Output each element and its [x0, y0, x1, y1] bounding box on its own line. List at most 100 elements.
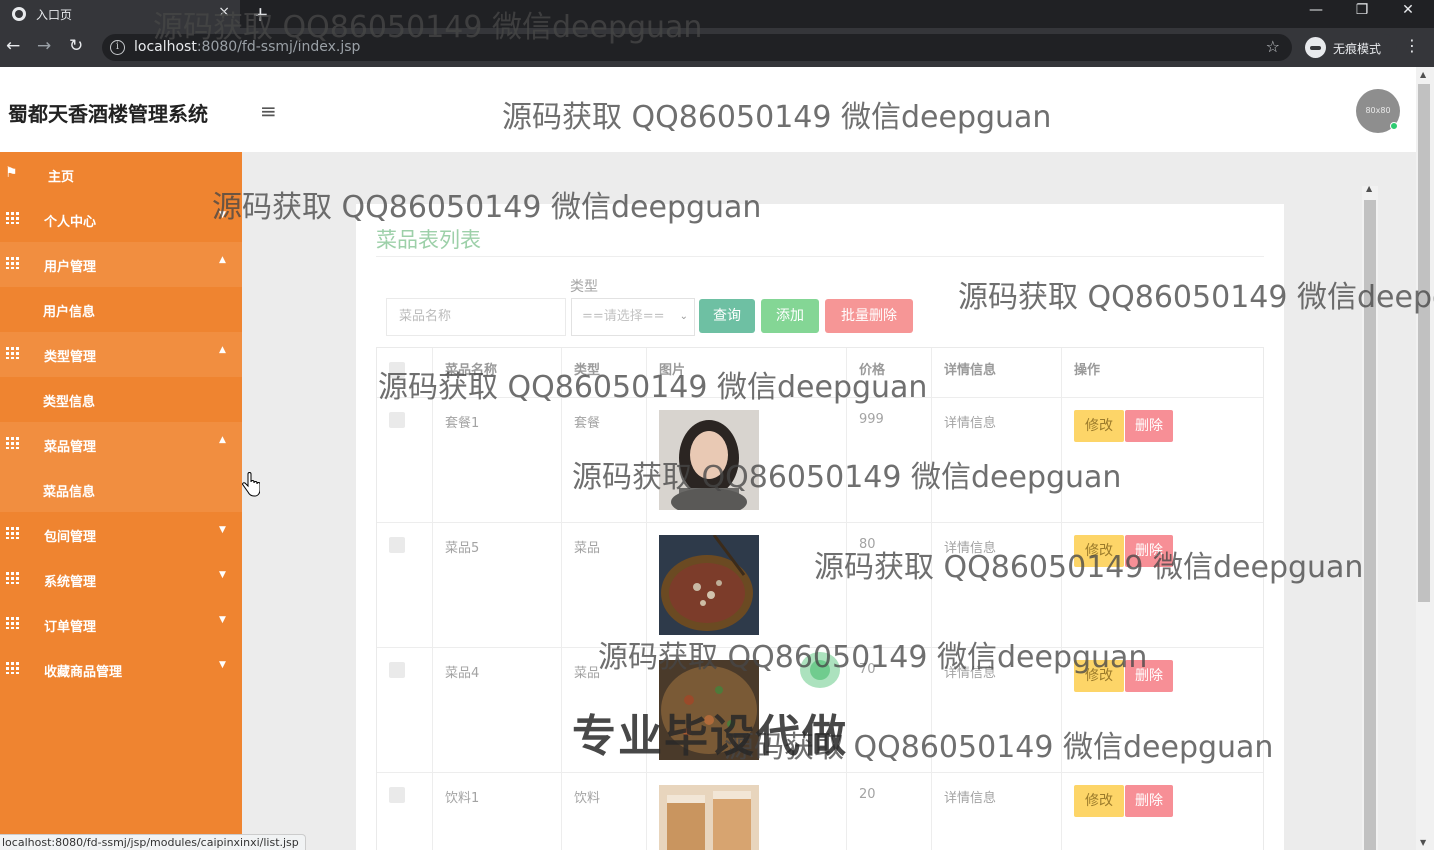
dish-image [659, 785, 759, 850]
app-title: 蜀都天香酒楼管理系统 [8, 102, 208, 126]
cell-name: 套餐1 [445, 416, 480, 431]
close-window-icon[interactable]: ✕ [1388, 2, 1428, 18]
sidebar-item-label: 菜品管理 [44, 440, 97, 455]
row-checkbox[interactable] [389, 787, 405, 803]
sidebar-item-order-management[interactable]: 订单管理 ▼ [0, 602, 242, 647]
restore-icon[interactable]: ❐ [1342, 2, 1382, 18]
column-divider [432, 348, 433, 850]
watermark: 源码获取 QQ86050149 微信deepguan [378, 370, 928, 405]
add-button[interactable]: 添加 [761, 299, 819, 333]
sidebar-item-type-management[interactable]: 类型管理 ▲ [0, 332, 242, 377]
scroll-up-icon[interactable]: ▲ [1420, 70, 1426, 79]
type-select-value: ==请选择== [582, 309, 665, 324]
cell-type: 菜品 [574, 541, 601, 556]
batch-delete-button[interactable]: 批量删除 [825, 299, 913, 333]
cell-name: 饮料1 [445, 791, 480, 806]
query-button[interactable]: 查询 [699, 299, 755, 333]
grid-icon [6, 662, 20, 674]
cell-type: 菜品 [574, 666, 601, 681]
chevron-down-icon: ▼ [219, 660, 226, 670]
divider [376, 256, 1264, 257]
dish-name-search-input[interactable]: 菜品名称 [386, 298, 566, 336]
incognito-label: 无痕模式 [1333, 42, 1382, 56]
minimize-icon[interactable]: — [1296, 2, 1336, 18]
info-icon[interactable]: i [110, 40, 125, 55]
incognito-indicator[interactable]: 无痕模式 [1303, 34, 1397, 61]
watermark-big: 专业毕设代做 [572, 711, 848, 762]
sidebar-item-label: 系统管理 [44, 575, 97, 590]
cell-detail: 详情信息 [944, 791, 997, 806]
column-divider [646, 348, 647, 850]
type-select[interactable]: ==请选择== ⌄ [571, 298, 695, 336]
grid-icon [6, 212, 20, 224]
row-checkbox[interactable] [389, 537, 405, 553]
sidebar-item-label: 订单管理 [44, 620, 97, 635]
column-divider [1061, 348, 1062, 850]
row-divider [377, 522, 1263, 523]
sidebar-item-label: 个人中心 [44, 215, 97, 230]
sidebar-item-room-management[interactable]: 包间管理 ▼ [0, 512, 242, 557]
chevron-down-icon: ▼ [219, 570, 226, 580]
sidebar-subitem-dish-info[interactable]: 菜品信息 [0, 467, 242, 512]
column-header-detail: 详情信息 [944, 363, 997, 378]
sidebar-subitem-type-info[interactable]: 类型信息 [0, 377, 242, 422]
chevron-up-icon: ▲ [219, 255, 226, 265]
chevron-up-icon: ▲ [219, 435, 226, 445]
page-scrollbar-thumb[interactable] [1418, 84, 1430, 602]
watermark: 源码获取 QQ86050149 微信deepguan [814, 550, 1364, 585]
edit-button[interactable]: 修改 [1074, 410, 1124, 442]
delete-button[interactable]: 删除 [1125, 410, 1173, 442]
back-icon[interactable]: ← [6, 36, 20, 56]
sidebar-item-label: 用户信息 [43, 305, 96, 320]
dish-image [659, 535, 759, 635]
forward-icon[interactable]: → [37, 36, 51, 56]
watermark: 源码获取 QQ86050149 微信deepguan [598, 640, 1148, 675]
sidebar-item-home[interactable]: ⚑ 主页 [0, 152, 242, 197]
cell-price: 20 [859, 787, 876, 802]
cell-name: 菜品4 [445, 666, 480, 681]
grid-icon [6, 572, 20, 584]
status-bar-url: localhost:8080/fd-ssmj/jsp/modules/caipi… [0, 834, 306, 850]
sidebar-item-label: 包间管理 [44, 530, 97, 545]
scroll-up-icon[interactable]: ▲ [1366, 184, 1372, 193]
sidebar-item-personal-center[interactable]: 个人中心 ▼ [0, 197, 242, 242]
chevron-down-icon: ▼ [219, 615, 226, 625]
cell-price: 999 [859, 412, 884, 427]
delete-button[interactable]: 删除 [1125, 785, 1173, 817]
grid-icon [6, 437, 20, 449]
grid-icon [6, 347, 20, 359]
chevron-down-icon: ▼ [219, 525, 226, 535]
column-header-actions: 操作 [1074, 363, 1101, 378]
row-checkbox[interactable] [389, 662, 405, 678]
dish-photo [659, 535, 759, 635]
bookmark-star-icon[interactable]: ☆ [1266, 37, 1280, 56]
watermark: 源码获取 QQ86050149 微信deepguan [153, 10, 703, 45]
sidebar-item-system-management[interactable]: 系统管理 ▼ [0, 557, 242, 602]
sidebar-subitem-user-info[interactable]: 用户信息 [0, 287, 242, 332]
online-status-dot [1390, 122, 1398, 130]
grid-icon [6, 617, 20, 629]
row-checkbox[interactable] [389, 412, 405, 428]
page-title: 菜品表列表 [376, 228, 481, 252]
browser-menu-icon[interactable]: ⋮ [1404, 36, 1420, 55]
sidebar-item-user-management[interactable]: 用户管理 ▲ [0, 242, 242, 287]
watermark: 源码获取 QQ86050149 微信deepguan [502, 100, 1052, 135]
sidebar-item-dish-management[interactable]: 菜品管理 ▲ [0, 422, 242, 467]
chevron-down-icon: ⌄ [679, 311, 688, 322]
menu-toggle-icon[interactable]: ≡ [260, 99, 277, 123]
type-filter-label: 类型 [570, 279, 598, 295]
watermark: 源码获取 QQ86050149 微信deepguan [572, 460, 1122, 495]
sidebar-item-label: 类型信息 [43, 395, 96, 410]
cell-name: 菜品5 [445, 541, 480, 556]
sidebar-item-label: 菜品信息 [43, 485, 96, 500]
grid-icon [6, 257, 20, 269]
sidebar-item-favorites-management[interactable]: 收藏商品管理 ▼ [0, 647, 242, 692]
scroll-down-icon[interactable]: ▼ [1420, 838, 1426, 847]
globe-icon [12, 7, 26, 21]
watermark: 源码获取 QQ86050149 微信deepguan [212, 190, 762, 225]
tab-title: 入口页 [36, 8, 73, 22]
grid-icon [6, 527, 20, 539]
reload-icon[interactable]: ↻ [69, 36, 83, 56]
watermark: 源码获取 QQ86050149 微信deepg [958, 280, 1434, 315]
edit-button[interactable]: 修改 [1074, 785, 1124, 817]
